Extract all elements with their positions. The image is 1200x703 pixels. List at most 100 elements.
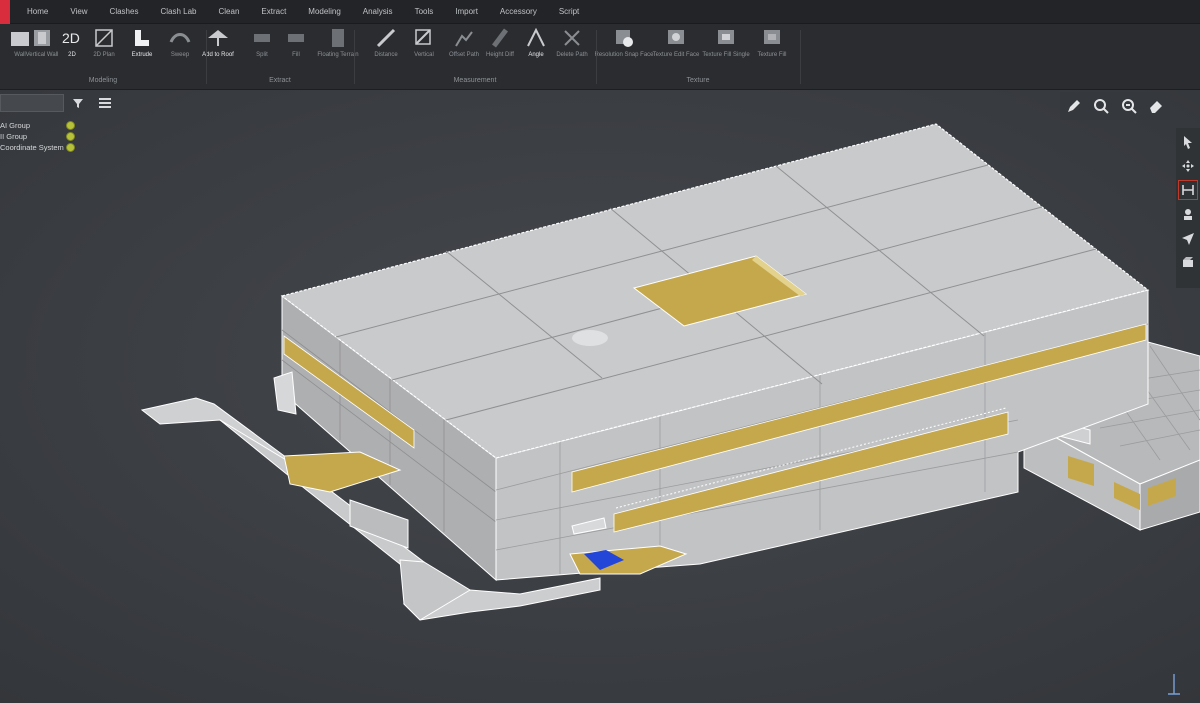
- offset-icon: [452, 26, 476, 50]
- ribbon-button-label: Offset Path: [449, 52, 479, 58]
- menu-clean[interactable]: Clean: [207, 0, 250, 24]
- tree-item-ai-group[interactable]: AI Group: [0, 121, 30, 130]
- ribbon-group-label: Measurement: [453, 77, 497, 84]
- ribbon-button-angle[interactable]: Angle: [516, 26, 556, 74]
- ribbon-button-terrain[interactable]: Floating Terrain: [317, 26, 359, 74]
- distance-icon: [374, 26, 398, 50]
- visibility-icon[interactable]: [66, 143, 75, 152]
- texture-edit-icon: [664, 26, 688, 50]
- ribbon-button-vertical-measure[interactable]: Vertical: [404, 26, 444, 74]
- ribbon-group-label: Texture: [686, 77, 710, 84]
- lasso-select-icon[interactable]: [1120, 97, 1138, 115]
- ribbon-button-roof[interactable]: Add to Roof: [198, 26, 238, 74]
- vertical-wall-icon: [30, 26, 54, 50]
- ribbon-button-label: Texture Fill Single: [702, 52, 750, 58]
- ribbon-button-label: Extrude: [131, 52, 153, 58]
- height-diff-icon: [488, 26, 512, 50]
- menu-bar: Home View Clashes Clash Lab Clean Extrac…: [0, 0, 1200, 24]
- hamburger-menu-icon[interactable]: [97, 95, 113, 111]
- vertical-measure-icon: [412, 26, 436, 50]
- walk-icon[interactable]: [1178, 204, 1198, 224]
- app-logo: [0, 0, 10, 24]
- angle-icon: [524, 26, 548, 50]
- axis-indicator-icon: [1164, 672, 1184, 696]
- split-icon: [250, 26, 274, 50]
- search-input[interactable]: [0, 94, 64, 112]
- ribbon-button-distance[interactable]: Distance: [366, 26, 406, 74]
- magic-select-icon[interactable]: [1092, 97, 1110, 115]
- ribbon-button-texture-edit[interactable]: Texture Edit Face: [653, 26, 699, 74]
- menu-analysis[interactable]: Analysis: [352, 0, 404, 24]
- ribbon-button-label: Vertical: [414, 52, 434, 58]
- ribbon-button-label: Delete Path: [556, 52, 588, 58]
- ribbon-button-label: Texture Fill: [757, 52, 787, 58]
- ribbon-group-label: Modeling: [88, 77, 118, 84]
- roof-icon: [206, 26, 230, 50]
- extrude-icon: [130, 26, 154, 50]
- measure-icon[interactable]: [1178, 180, 1198, 200]
- ribbon-button-offset[interactable]: Offset Path: [444, 26, 484, 74]
- menu-accessory[interactable]: Accessory: [489, 0, 548, 24]
- 2d-plan-icon: [92, 26, 116, 50]
- visibility-icon[interactable]: [66, 132, 75, 141]
- tree-item-ii-group[interactable]: II Group: [0, 132, 27, 141]
- ribbon-button-label: Height Diff: [486, 52, 514, 58]
- eraser-icon[interactable]: [1147, 97, 1165, 115]
- ribbon-button-delete-path[interactable]: Delete Path: [552, 26, 592, 74]
- menu-tools[interactable]: Tools: [404, 0, 445, 24]
- pencil-icon[interactable]: [1065, 97, 1083, 115]
- ribbon-button-label: Texture Edit Face: [652, 52, 700, 58]
- section-box-icon[interactable]: [1178, 252, 1198, 272]
- menu-modeling[interactable]: Modeling: [297, 0, 351, 24]
- ribbon-button-label: 2D: [68, 52, 76, 58]
- menu-extract[interactable]: Extract: [250, 0, 297, 24]
- menu-clashes[interactable]: Clashes: [99, 0, 150, 24]
- filter-icon[interactable]: [70, 95, 86, 111]
- fill-icon: [284, 26, 308, 50]
- side-toolbar: [1176, 128, 1200, 288]
- ribbon-group-divider: [596, 30, 597, 84]
- menu-clash-lab[interactable]: Clash Lab: [149, 0, 207, 24]
- ribbon-group-label: Extract: [269, 77, 291, 84]
- delete-path-icon: [560, 26, 584, 50]
- ribbon-group-divider: [800, 30, 801, 84]
- visibility-icon[interactable]: [66, 121, 75, 130]
- viewport-toolbar: [1060, 92, 1170, 120]
- ribbon-button-fill[interactable]: Fill: [276, 26, 316, 74]
- texture-fill-icon: [714, 26, 738, 50]
- texture-fill-all-icon: [760, 26, 784, 50]
- ribbon-button-label: Split: [256, 52, 268, 58]
- ribbon-button-label: Sweep: [170, 52, 190, 58]
- ribbon-button-height-diff[interactable]: Height Diff: [480, 26, 520, 74]
- tree-item-coordinate-system[interactable]: Coordinate System: [0, 143, 64, 152]
- ribbon-button-texture-fill[interactable]: Texture Fill Single: [702, 26, 750, 74]
- snap-face-icon: [612, 26, 636, 50]
- ribbon-button-label: Fill: [292, 52, 300, 58]
- sweep-icon: [168, 26, 192, 50]
- cursor-icon[interactable]: [1178, 132, 1198, 152]
- ribbon-button-extrude[interactable]: Extrude: [122, 26, 162, 74]
- scene-tree-panel: AI Group II Group Coordinate System: [0, 90, 122, 170]
- 2d-icon: 2D: [60, 26, 84, 50]
- ribbon-button-texture-fill-all[interactable]: Texture Fill: [752, 26, 792, 74]
- menu-script[interactable]: Script: [548, 0, 590, 24]
- ribbon-button-label: Angle: [528, 52, 544, 58]
- ribbon-button-snap-face[interactable]: Resolution Snap Face: [594, 26, 654, 74]
- ribbon-button-label: Distance: [374, 52, 398, 58]
- svg-text:2D: 2D: [62, 30, 80, 46]
- menu-import[interactable]: Import: [444, 0, 489, 24]
- 3d-viewport[interactable]: [0, 90, 1200, 703]
- pan-icon[interactable]: [1178, 156, 1198, 176]
- ribbon-button-label: Floating Terrain: [317, 52, 359, 58]
- ribbon-group-divider: [206, 30, 207, 84]
- terrain-icon: [326, 26, 350, 50]
- menu-home[interactable]: Home: [16, 0, 59, 24]
- ribbon-group-divider: [354, 30, 355, 84]
- ribbon-button-label: 2D Plan: [93, 52, 115, 58]
- ribbon-button-2d-plan[interactable]: 2D Plan: [84, 26, 124, 74]
- ribbon-button-sweep[interactable]: Sweep: [160, 26, 200, 74]
- menu-view[interactable]: View: [59, 0, 98, 24]
- ribbon-toolbar: Wall Vertical Wall 2D 2D 2D Plan Extrude Sweep…: [0, 24, 1200, 90]
- ribbon-button-label: Resolution Snap Face: [594, 52, 654, 58]
- fly-icon[interactable]: [1178, 228, 1198, 248]
